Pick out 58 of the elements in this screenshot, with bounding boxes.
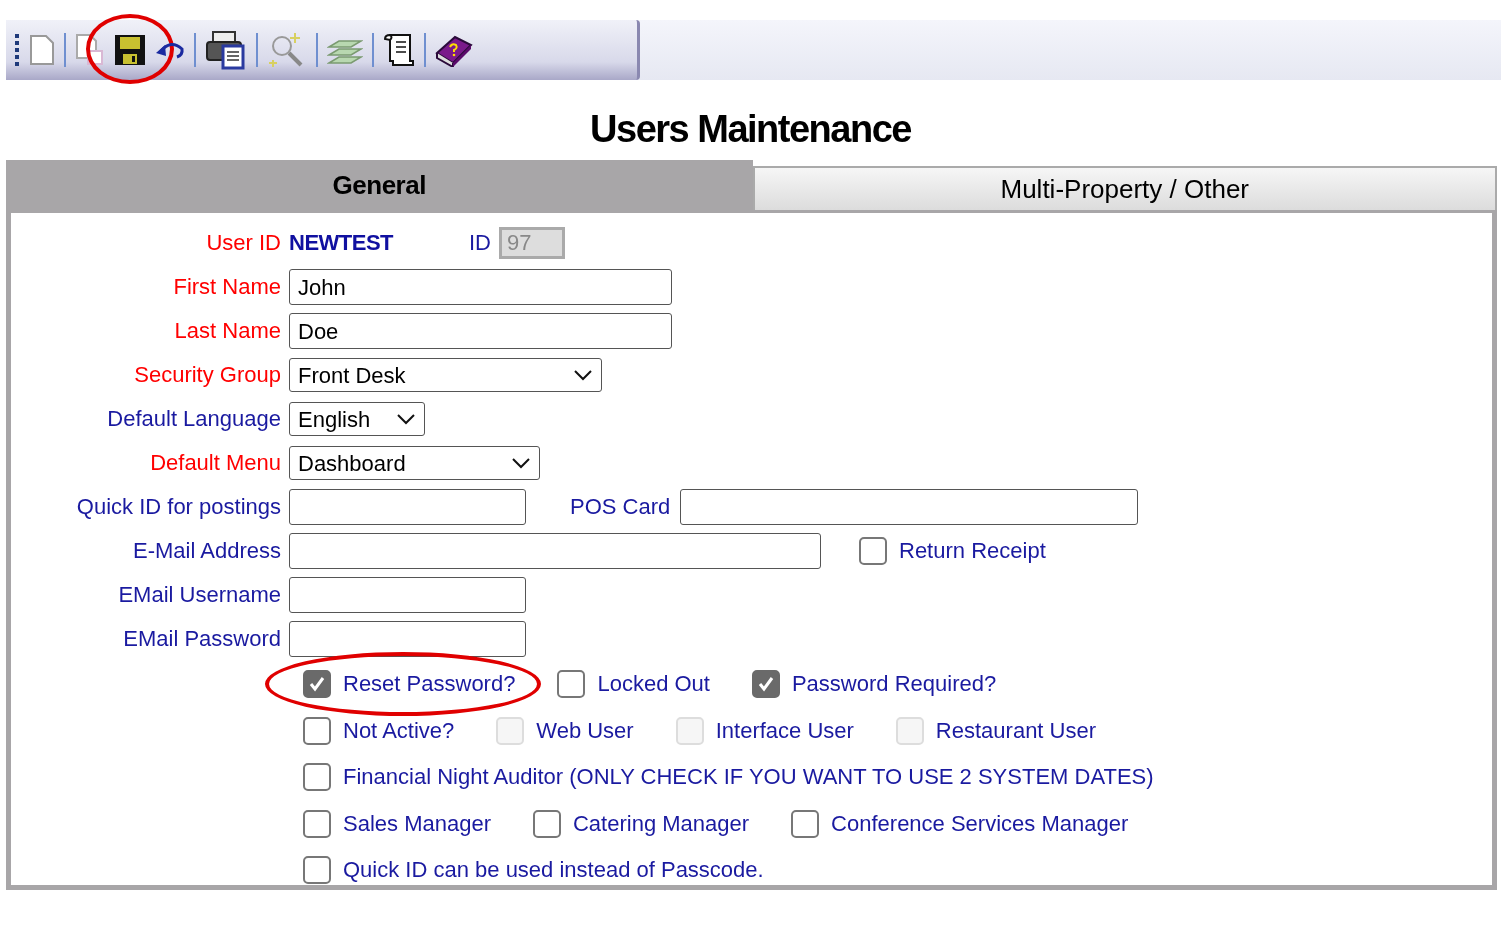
field-label: Default Menu bbox=[149, 450, 282, 476]
checkbox[interactable] bbox=[751, 670, 780, 699]
field-label: E-Mail Address bbox=[132, 538, 282, 564]
checkbox-label: Password Required? bbox=[791, 671, 997, 698]
new-page-icon[interactable] bbox=[29, 35, 55, 65]
field-label: Quick ID for postings bbox=[75, 494, 282, 520]
field-label: User ID bbox=[205, 230, 282, 256]
checkbox-label: Quick ID can be used instead of Passcode. bbox=[343, 857, 764, 884]
save-icon[interactable] bbox=[114, 34, 146, 66]
user-id-value: NEWTEST bbox=[289, 230, 395, 256]
field-label: Security Group bbox=[133, 362, 282, 388]
field-label: ID bbox=[469, 230, 491, 256]
checkbox-label: Reset Password? bbox=[343, 671, 516, 698]
field-label: EMail Password bbox=[122, 626, 282, 652]
checkbox[interactable] bbox=[303, 809, 331, 838]
text-field[interactable] bbox=[289, 577, 526, 613]
dropdown[interactable]: Dashboard bbox=[289, 446, 540, 480]
checkbox-label: Interface User bbox=[715, 717, 854, 744]
checkbox[interactable] bbox=[303, 716, 331, 745]
checkbox[interactable] bbox=[791, 809, 820, 838]
text-field[interactable] bbox=[289, 621, 526, 657]
grip-icon[interactable] bbox=[14, 33, 20, 67]
checkbox-label: Web User bbox=[536, 717, 634, 744]
field-label: Default Language bbox=[106, 406, 282, 432]
text-field[interactable]: Doe bbox=[289, 313, 672, 349]
field-label: EMail Username bbox=[117, 582, 282, 608]
checkbox-label: Restaurant User bbox=[935, 717, 1097, 744]
checkbox[interactable] bbox=[557, 670, 586, 699]
help-book-icon[interactable] bbox=[435, 33, 473, 67]
checkbox[interactable] bbox=[303, 763, 331, 792]
dropdown[interactable]: Front Desk bbox=[289, 358, 602, 392]
chevron-down-icon bbox=[396, 413, 416, 425]
scroll-icon[interactable] bbox=[383, 33, 415, 67]
field-label: POS Card bbox=[570, 494, 671, 520]
dropdown[interactable]: English bbox=[289, 402, 425, 436]
tab[interactable]: Multi-Property / Other bbox=[752, 166, 1497, 210]
page-title: Users Maintenance bbox=[589, 107, 912, 152]
field-label: First Name bbox=[172, 274, 282, 300]
tab[interactable]: General bbox=[6, 160, 753, 210]
checkbox-label: Return Receipt bbox=[899, 538, 1046, 564]
checkbox-label: Not Active? bbox=[343, 717, 455, 744]
text-field[interactable]: John bbox=[289, 269, 672, 305]
chevron-down-icon bbox=[511, 457, 531, 469]
field-label: Last Name bbox=[173, 318, 282, 344]
checkbox-label: Financial Night Auditor (ONLY CHECK IF YOU WANT TO USE 2 SYSTEM DATES) bbox=[343, 764, 1154, 791]
chevron-down-icon bbox=[573, 369, 593, 381]
text-field[interactable] bbox=[289, 533, 821, 569]
checkbox[interactable] bbox=[859, 537, 887, 565]
checkbox[interactable] bbox=[303, 670, 331, 699]
checkbox-label: Conference Services Manager bbox=[831, 810, 1129, 837]
text-field[interactable] bbox=[289, 489, 526, 525]
text-field[interactable] bbox=[680, 489, 1139, 525]
checkbox[interactable] bbox=[303, 856, 331, 885]
checkbox-label: Locked Out bbox=[597, 671, 710, 698]
printer-icon[interactable] bbox=[205, 30, 247, 70]
checkbox-label: Catering Manager bbox=[573, 810, 750, 837]
checkbox[interactable] bbox=[533, 809, 561, 838]
checkbox-label: Sales Manager bbox=[343, 810, 491, 837]
